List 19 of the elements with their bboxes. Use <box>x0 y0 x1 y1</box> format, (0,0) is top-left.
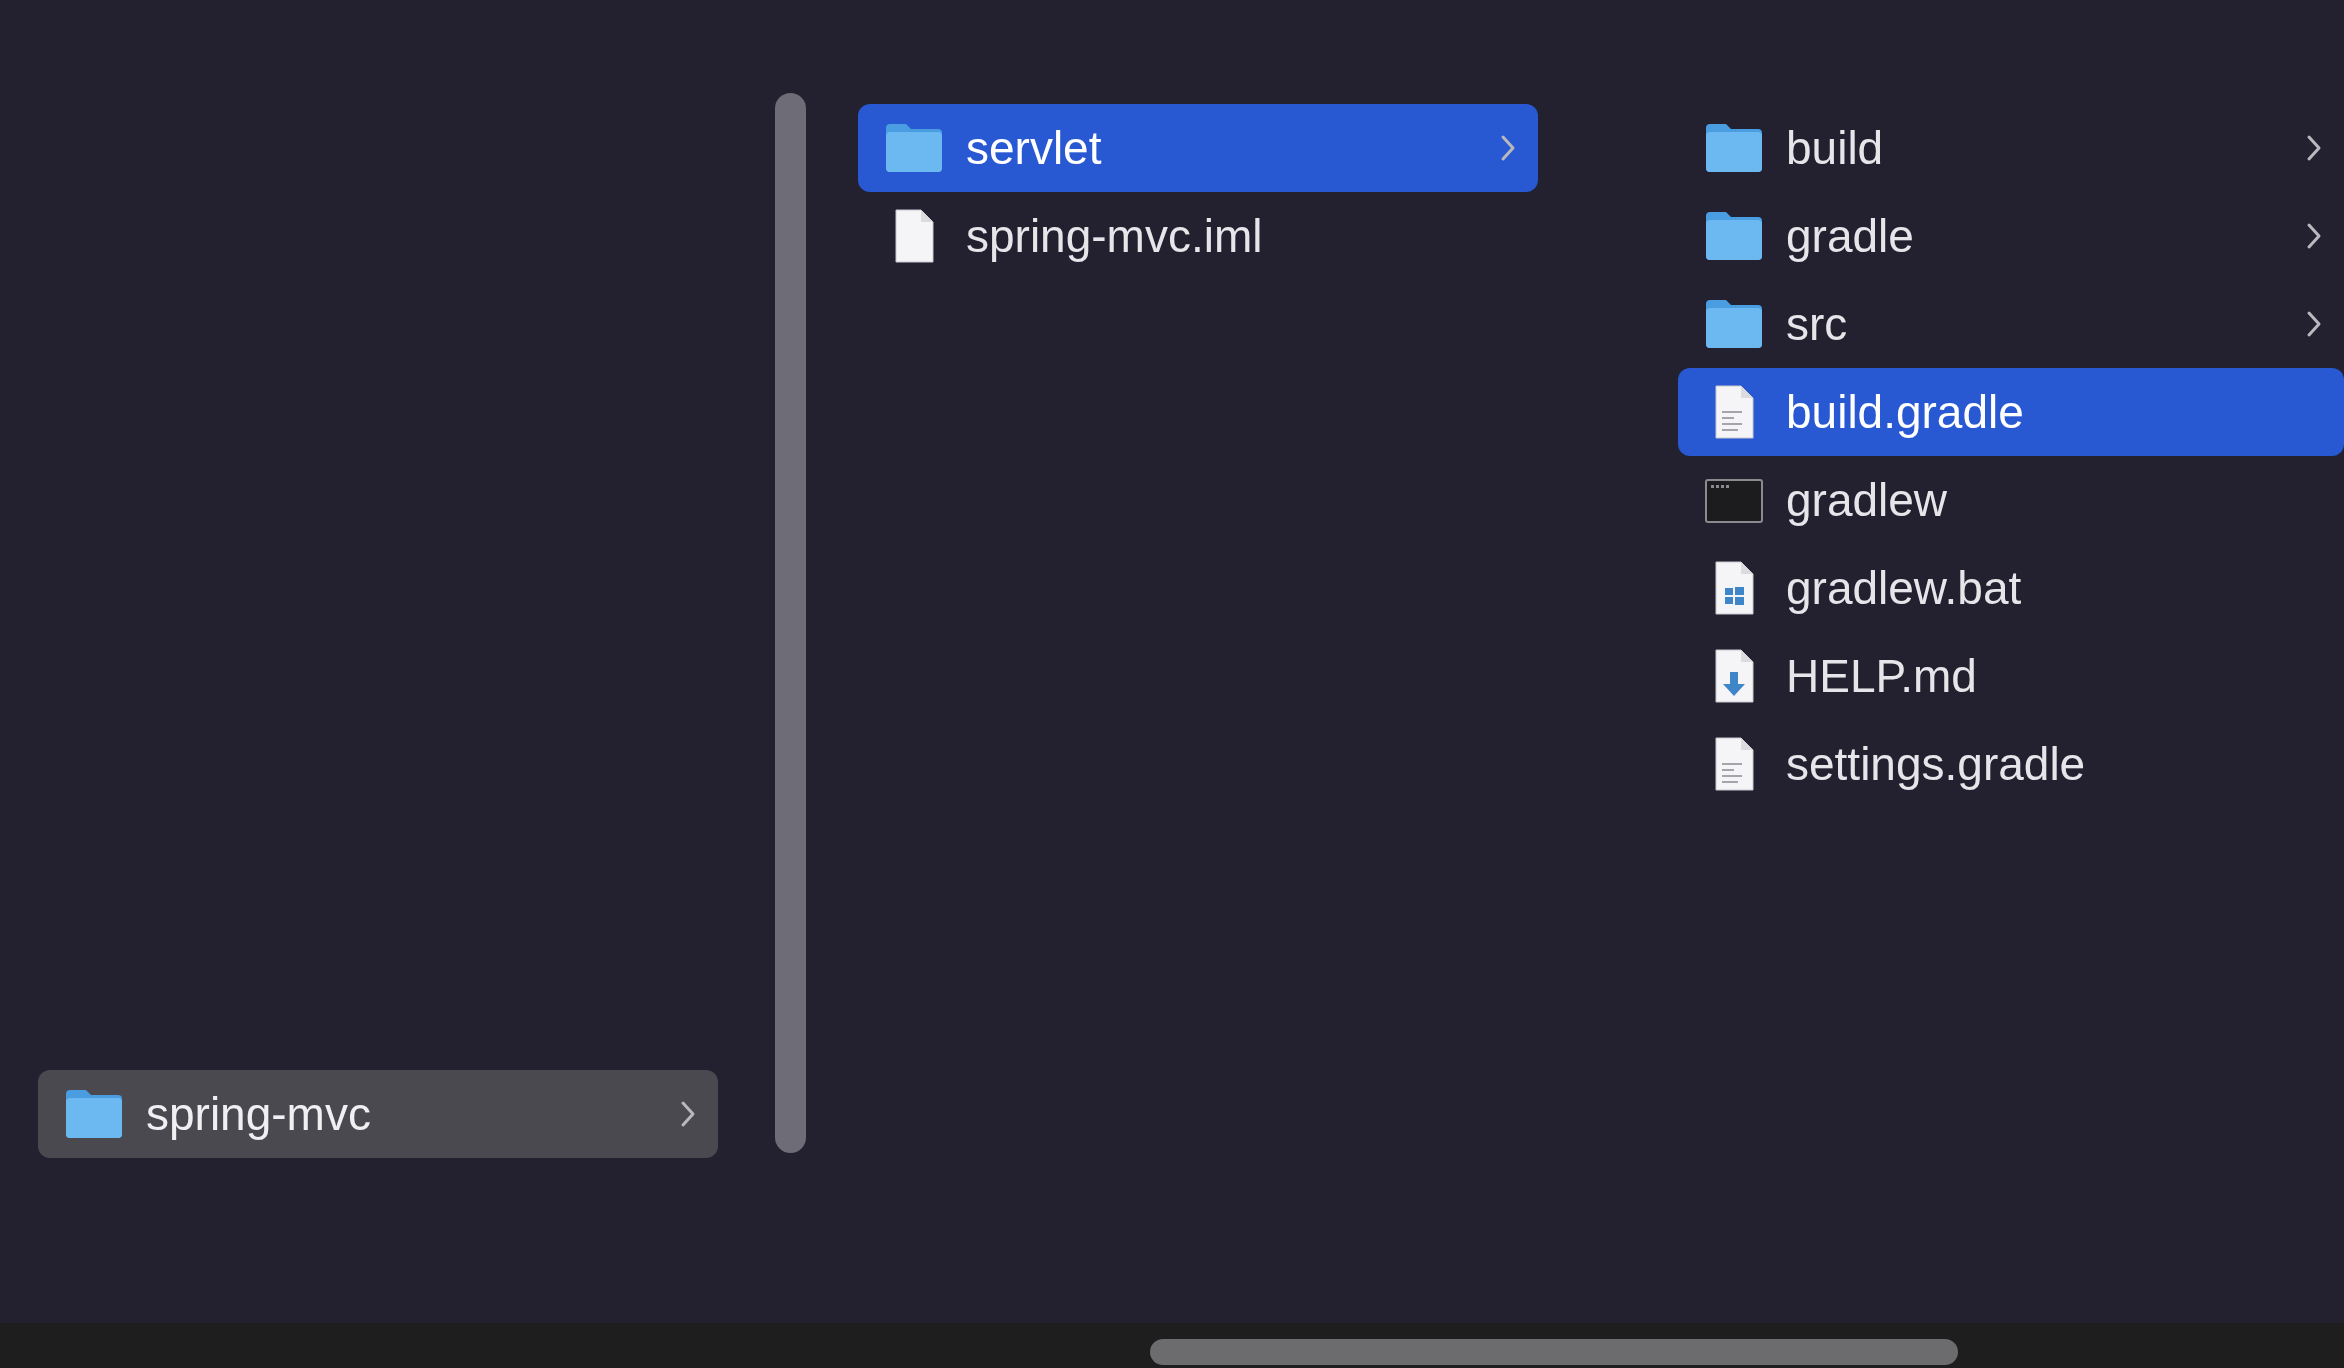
list-item[interactable]: src <box>1678 280 2344 368</box>
list-item[interactable]: gradlew.bat <box>1678 544 2344 632</box>
list-item[interactable]: HELP.md <box>1678 632 2344 720</box>
list-item[interactable]: build.gradle <box>1678 368 2344 456</box>
list-item[interactable]: gradlew <box>1678 456 2344 544</box>
chevron-icon <box>2306 310 2322 338</box>
chevron-icon <box>2306 222 2322 250</box>
scrollbar-thumb[interactable] <box>775 93 806 1153</box>
horizontal-scrollbar[interactable] <box>0 1323 2344 1368</box>
chevron-icon <box>2306 134 2322 162</box>
list-item[interactable]: gradle <box>1678 192 2344 280</box>
chevron-icon <box>680 1100 696 1128</box>
list-item[interactable]: servlet <box>858 104 1538 192</box>
list-item[interactable]: spring-mvc <box>38 1070 718 1158</box>
list-item[interactable]: settings.gradle <box>1678 720 2344 808</box>
list-item[interactable]: build <box>1678 104 2344 192</box>
list-item[interactable]: spring-mvc.iml <box>858 192 1538 280</box>
scrollbar-thumb[interactable] <box>1150 1339 1958 1365</box>
chevron-icon <box>1500 134 1516 162</box>
